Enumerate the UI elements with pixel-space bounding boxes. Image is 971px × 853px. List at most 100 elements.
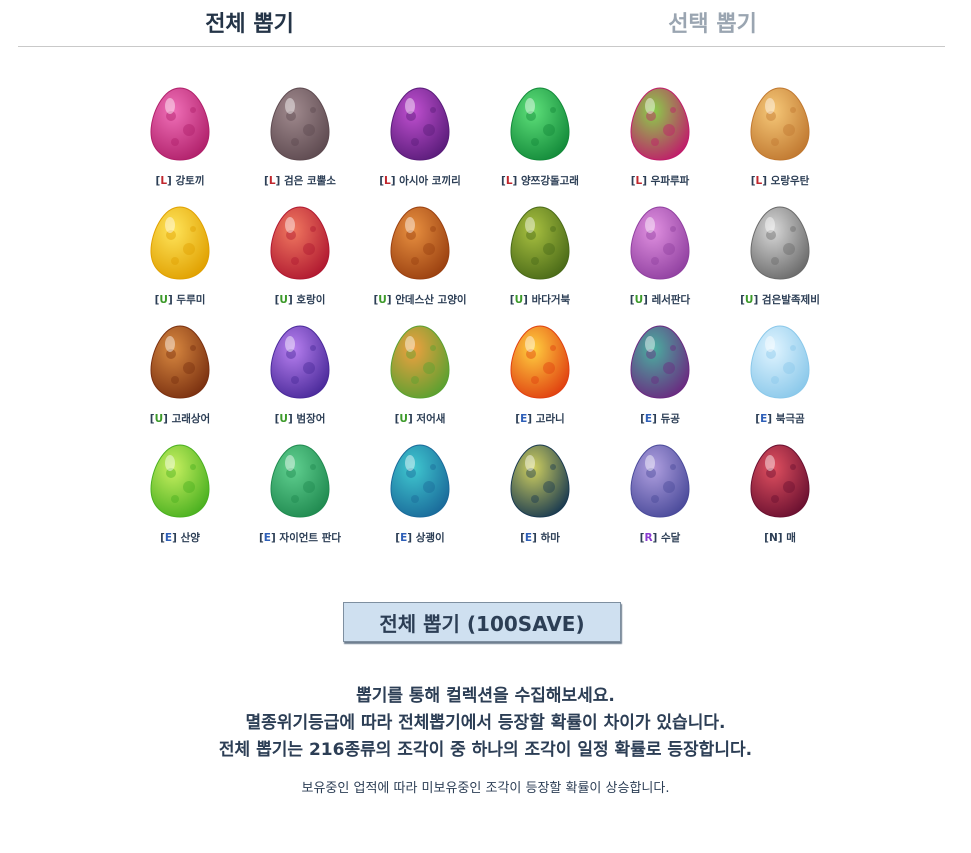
all-draw-button[interactable]: 전체 뽑기 (100SAVE)	[343, 602, 621, 642]
grade-bracket-close: ]	[652, 413, 661, 425]
species-name: 듀공	[660, 413, 680, 425]
species-name: 자이언트 판다	[279, 532, 342, 544]
egg-label: [N] 매	[720, 530, 840, 545]
egg-label: [E] 자이언트 판다	[240, 530, 360, 545]
egg-icon	[750, 206, 810, 280]
species-name: 안데스산 고양이	[395, 294, 467, 306]
egg-item[interactable]: [E] 듀공	[600, 320, 720, 439]
species-name: 저어새	[416, 413, 446, 425]
description-line-3: 전체 뽑기는 216종류의 조각이 중 하나의 조각이 일정 확률로 등장합니다…	[218, 740, 753, 760]
grade-bracket-close: ]	[172, 532, 181, 544]
egg-label: [E] 듀공	[600, 411, 720, 426]
egg-item[interactable]: [R] 수달	[600, 439, 720, 558]
egg-icon	[150, 325, 210, 399]
egg-label: [L] 오랑우탄	[720, 173, 840, 188]
egg-item[interactable]: [L] 양쯔강돌고래	[480, 82, 600, 201]
grade-bracket-close: ]	[642, 175, 651, 187]
egg-item[interactable]: [E] 상괭이	[360, 439, 480, 558]
egg-icon	[390, 325, 450, 399]
grade-letter: U	[159, 294, 168, 306]
species-name: 수달	[661, 532, 681, 544]
egg-icon	[270, 87, 330, 161]
egg-item[interactable]: [L] 강토끼	[120, 82, 240, 201]
egg-icon	[150, 444, 210, 518]
species-name: 아시아 코끼리	[399, 175, 461, 187]
grade-bracket-close: ]	[652, 532, 662, 544]
grade-letter: U	[514, 294, 524, 306]
egg-item[interactable]: [U] 호랑이	[240, 201, 360, 320]
egg-item[interactable]: [U] 안데스산 고양이	[360, 201, 480, 320]
egg-icon	[630, 325, 690, 399]
egg-item[interactable]: [E] 하마	[480, 439, 600, 558]
egg-icon	[510, 444, 570, 518]
grade-letter: L	[268, 175, 276, 187]
egg-item[interactable]: [L] 오랑우탄	[720, 82, 840, 201]
description-line-1: 뽑기를 통해 컬렉션을 수집해보세요.	[356, 686, 615, 706]
egg-label: [L] 우파루파	[600, 173, 720, 188]
grade-bracket-close: ]	[777, 532, 787, 544]
egg-icon	[750, 325, 810, 399]
grade-bracket-close: ]	[532, 532, 541, 544]
species-name: 고라니	[535, 413, 565, 425]
egg-item[interactable]: [U] 범장어	[240, 320, 360, 439]
egg-label: [U] 고래상어	[120, 411, 240, 426]
egg-label: [U] 레서판다	[600, 292, 720, 307]
species-name: 상괭이	[415, 532, 445, 544]
egg-item[interactable]: [E] 고라니	[480, 320, 600, 439]
egg-item[interactable]: [U] 바다거북	[480, 201, 600, 320]
egg-item[interactable]: [U] 검은발족제비	[720, 201, 840, 320]
grade-bracket-close: ]	[523, 294, 532, 306]
grade-bracket-close: ]	[167, 175, 176, 187]
egg-item[interactable]: [E] 산양	[120, 439, 240, 558]
egg-icon	[270, 206, 330, 280]
grade-letter: U	[399, 413, 408, 425]
tab-all-draw[interactable]: 전체 뽑기	[18, 6, 481, 38]
grade-bracket-close: ]	[762, 175, 771, 187]
species-name: 매	[786, 532, 796, 544]
egg-icon	[150, 206, 210, 280]
egg-icon	[510, 325, 570, 399]
egg-icon	[630, 87, 690, 161]
egg-item[interactable]: [U] 두루미	[120, 201, 240, 320]
egg-item[interactable]: [U] 저어새	[360, 320, 480, 439]
species-name: 두루미	[176, 294, 206, 306]
grade-bracket-close: ]	[527, 413, 536, 425]
tab-select-draw[interactable]: 선택 뽑기	[481, 6, 944, 38]
grade-letter: E	[263, 532, 271, 544]
egg-item[interactable]: [N] 매	[720, 439, 840, 558]
egg-item[interactable]: [U] 고래상어	[120, 320, 240, 439]
egg-item[interactable]: [L] 검은 코뿔소	[240, 82, 360, 201]
egg-item[interactable]: [U] 레서판다	[600, 201, 720, 320]
egg-label: [U] 호랑이	[240, 292, 360, 307]
egg-item[interactable]: [E] 자이언트 판다	[240, 439, 360, 558]
egg-label: [L] 양쯔강돌고래	[480, 173, 600, 188]
draw-tabs: 전체 뽑기 선택 뽑기	[18, 0, 945, 47]
egg-icon	[750, 87, 810, 161]
egg-item[interactable]: [E] 북극곰	[720, 320, 840, 439]
egg-label: [U] 바다거북	[480, 292, 600, 307]
species-name: 고래상어	[171, 413, 211, 425]
egg-label: [E] 고라니	[480, 411, 600, 426]
egg-icon	[270, 444, 330, 518]
grade-bracket-close: ]	[643, 294, 652, 306]
grade-letter: R	[644, 532, 653, 544]
species-name: 바다거북	[531, 294, 571, 306]
grade-letter: U	[378, 294, 387, 306]
species-name: 범장어	[296, 413, 326, 425]
grade-bracket-close: ]	[512, 175, 521, 187]
grade-letter: U	[279, 294, 288, 306]
egg-label: [U] 저어새	[360, 411, 480, 426]
egg-icon	[150, 87, 210, 161]
egg-icon	[390, 87, 450, 161]
description-note: 보유중인 업적에 따라 미보유중인 조각이 등장할 확률이 상승합니다.	[301, 781, 670, 796]
grade-letter: N	[768, 532, 778, 544]
egg-icon	[630, 444, 690, 518]
egg-label: [E] 북극곰	[720, 411, 840, 426]
grade-letter: U	[154, 413, 164, 425]
egg-item[interactable]: [L] 우파루파	[600, 82, 720, 201]
grade-letter: U	[279, 413, 288, 425]
egg-item[interactable]: [L] 아시아 코끼리	[360, 82, 480, 201]
grade-bracket-close: ]	[163, 413, 172, 425]
grade-bracket-close: ]	[767, 413, 776, 425]
species-name: 레서판다	[651, 294, 691, 306]
